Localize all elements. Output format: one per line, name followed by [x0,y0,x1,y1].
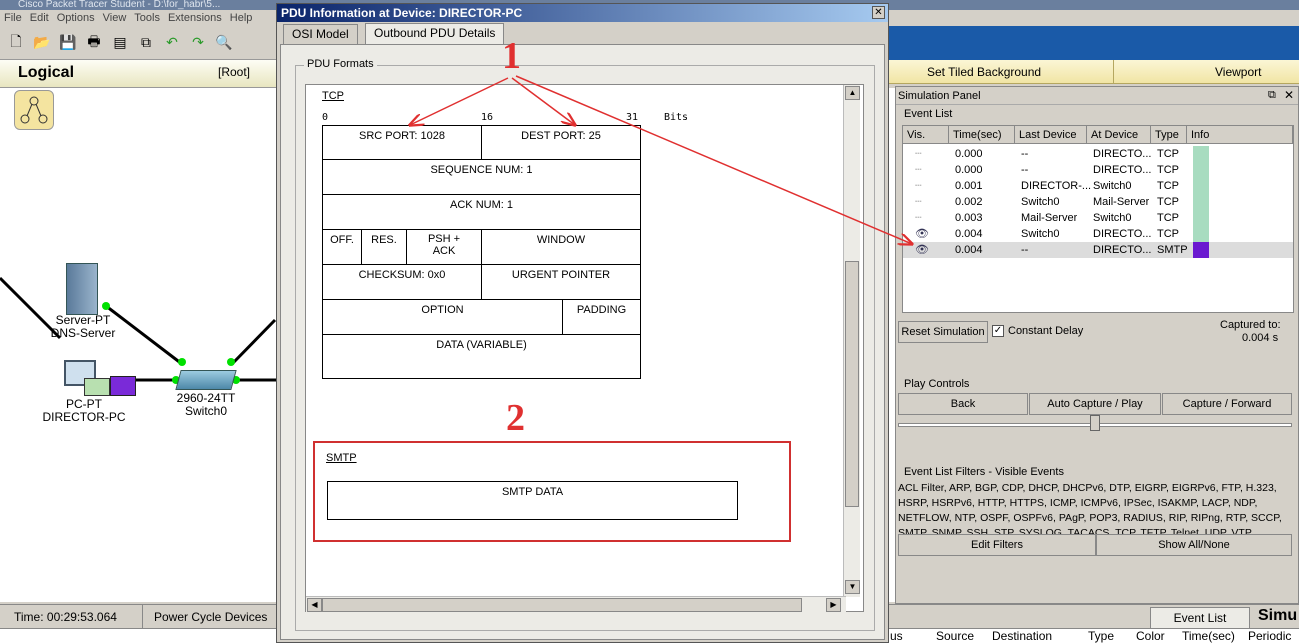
annotation-two: 2 [506,397,525,439]
annotation-one: 1 [502,35,521,77]
arrow-to-dest-port [511,77,575,125]
arrow-to-src-port [410,77,509,125]
annotation-overlay: 1 2 [0,35,1299,439]
arrow-to-event-list [515,75,912,244]
